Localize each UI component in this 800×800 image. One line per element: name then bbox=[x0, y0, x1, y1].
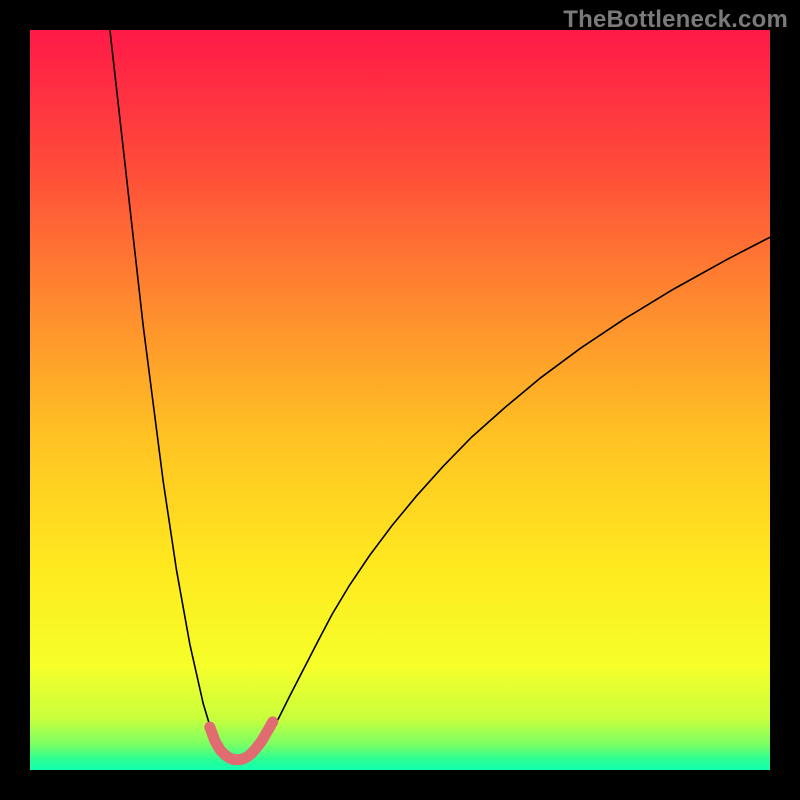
plot-area bbox=[30, 30, 770, 770]
chart-frame: TheBottleneck.com bbox=[0, 0, 800, 800]
watermark-text: TheBottleneck.com bbox=[563, 6, 788, 34]
chart-svg bbox=[30, 30, 770, 770]
chart-background bbox=[30, 30, 770, 770]
